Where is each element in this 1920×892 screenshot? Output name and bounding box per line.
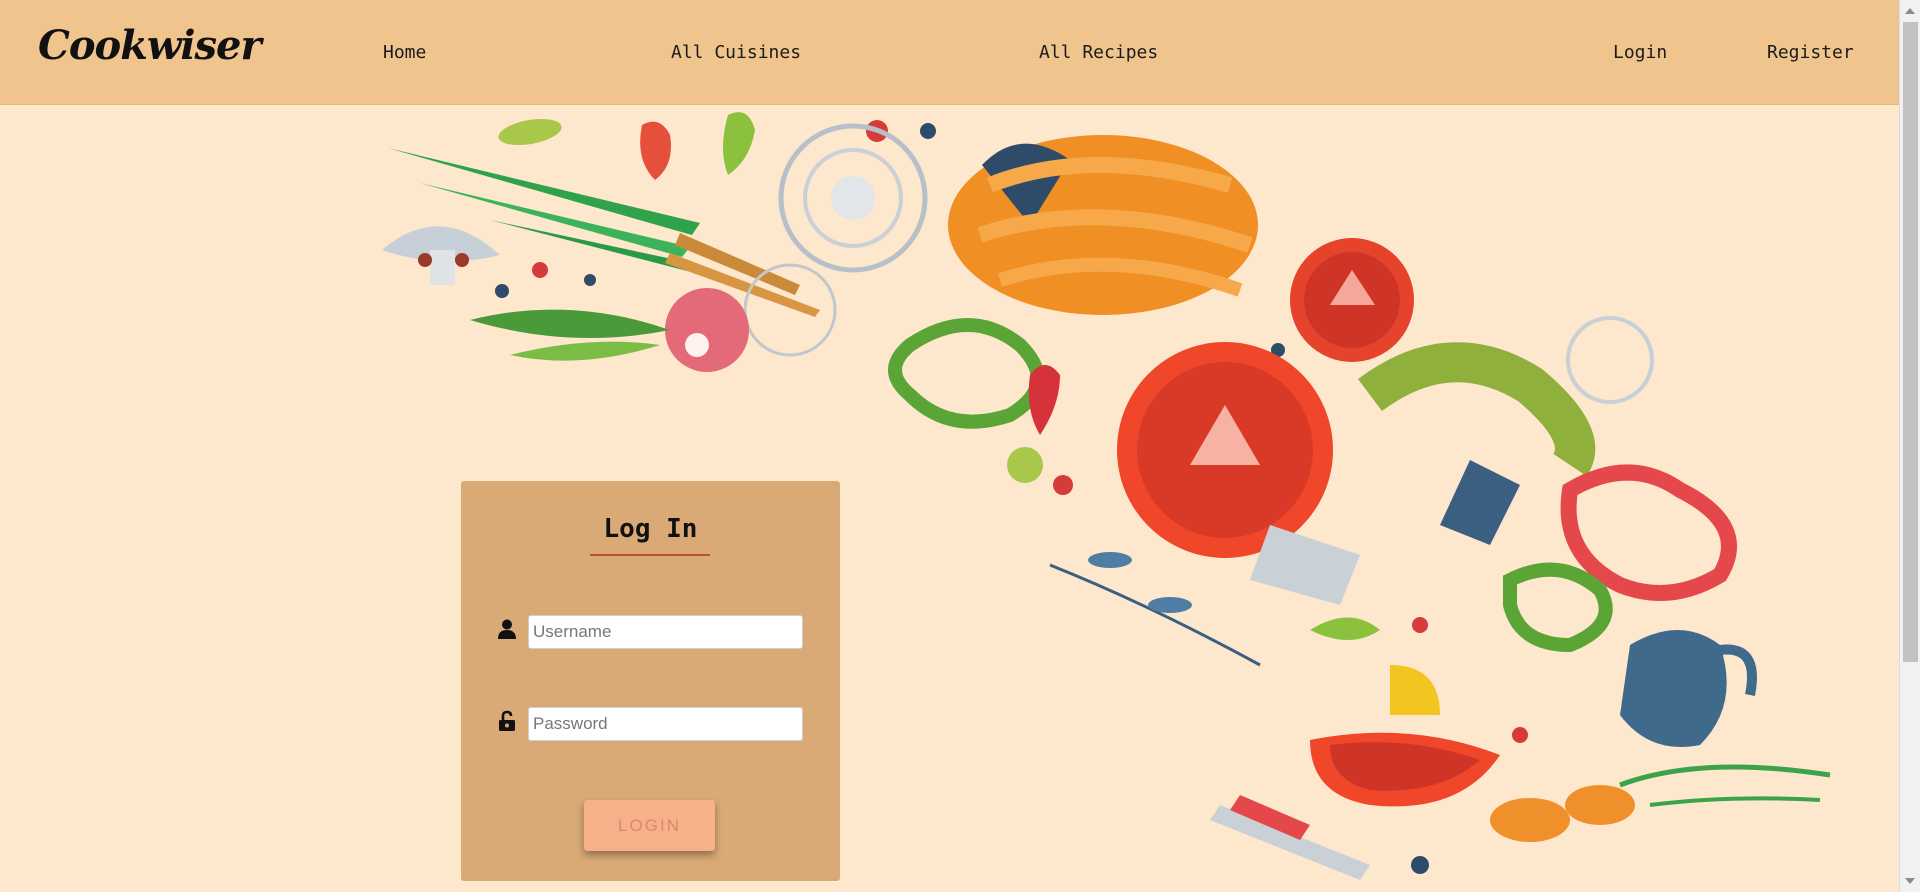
user-icon (498, 619, 516, 639)
nav-link-all-cuisines[interactable]: All Cuisines (671, 42, 801, 63)
brand-logo[interactable]: Cookwiser (38, 22, 262, 69)
scroll-down-arrow-icon[interactable] (1905, 878, 1915, 884)
nav-link-home[interactable]: Home (383, 42, 426, 63)
nav-link-all-recipes[interactable]: All Recipes (1039, 42, 1158, 63)
scroll-thumb[interactable] (1903, 22, 1918, 662)
nav-link-register[interactable]: Register (1767, 42, 1854, 63)
title-underline (590, 554, 710, 556)
navbar: Cookwiser Home All Cuisines All Recipes … (0, 0, 1899, 105)
scrollbar[interactable] (1899, 0, 1920, 892)
password-input[interactable] (528, 707, 803, 741)
scroll-up-arrow-icon[interactable] (1905, 8, 1915, 14)
login-submit-button[interactable]: LOGIN (584, 800, 715, 851)
login-title: Log In (603, 514, 698, 544)
username-input[interactable] (528, 615, 803, 649)
login-card: Log In LOGIN (461, 481, 840, 881)
unlock-icon (499, 710, 515, 731)
nav-link-login[interactable]: Login (1613, 42, 1667, 63)
